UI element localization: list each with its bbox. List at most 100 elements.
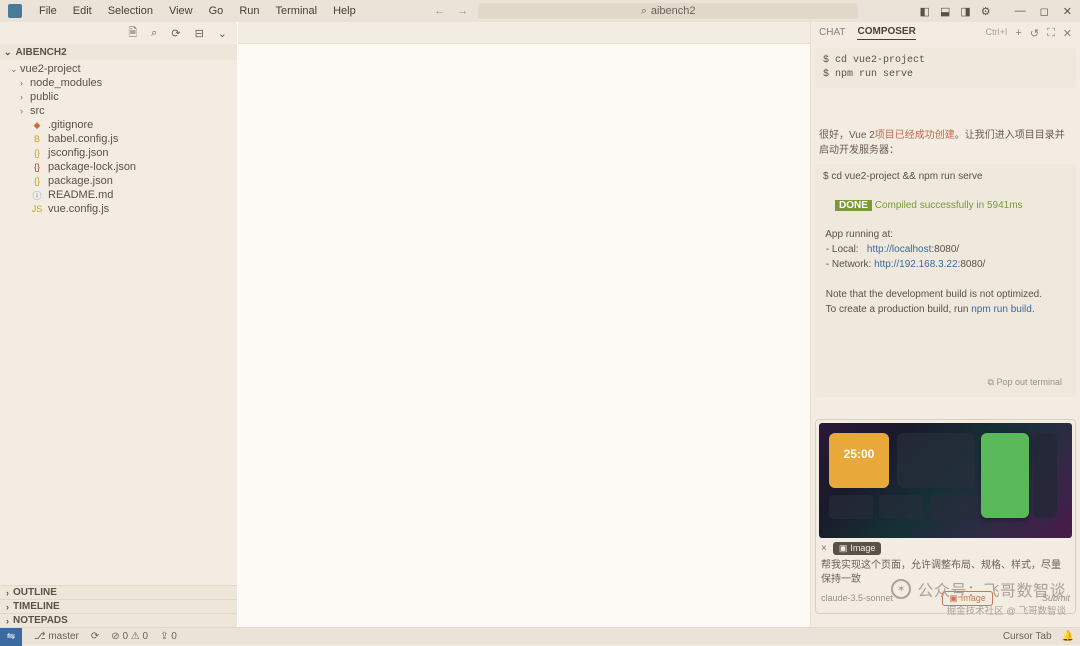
json-icon: {} xyxy=(30,161,44,173)
tree-file-jsconfig[interactable]: {}jsconfig.json xyxy=(0,146,237,160)
tree-folder-vue2-project[interactable]: ⌄vue2-project xyxy=(0,62,237,76)
window-minimize-icon[interactable]: — xyxy=(1015,5,1026,18)
done-badge: DONE xyxy=(835,200,872,211)
tree-folder-public[interactable]: ›public xyxy=(0,90,237,104)
attachment-row: × ▣ Image xyxy=(819,538,1072,559)
title-controls: ◧ ⬓ ◨ ⚙ — ◻ ✕ xyxy=(920,5,1072,18)
settings-gear-icon[interactable]: ⚙ xyxy=(981,5,991,18)
tree-folder-node_modules[interactable]: ›node_modules xyxy=(0,76,237,90)
nav-forward-icon[interactable]: → xyxy=(457,5,468,17)
menu-help[interactable]: Help xyxy=(326,3,363,19)
tree-label: vue2-project xyxy=(20,63,81,75)
section-notepads[interactable]: ›NOTEPADS xyxy=(0,613,237,627)
tree-label: babel.config.js xyxy=(48,133,118,145)
json-icon: {} xyxy=(30,147,44,159)
git-icon: ◆ xyxy=(30,119,44,131)
explorer-sidebar: 🗎 ⌕ ⟳ ⊟ ⌄ ⌄ AIBENCH2 ⌄vue2-project ›node… xyxy=(0,22,238,627)
menu-file[interactable]: File xyxy=(32,3,64,19)
chevron-right-icon: › xyxy=(6,588,9,598)
search-icon[interactable]: ⌕ xyxy=(151,27,157,40)
shortcut-label: Ctrl+I xyxy=(986,27,1008,40)
info-icon: ⓘ xyxy=(30,189,44,201)
tree-label: vue.config.js xyxy=(48,203,109,215)
menu-go[interactable]: Go xyxy=(202,3,231,19)
remote-indicator-icon[interactable]: ⇋ xyxy=(0,628,22,646)
menu-view[interactable]: View xyxy=(162,3,200,19)
git-branch[interactable]: ⎇ master xyxy=(34,631,79,642)
chevron-right-icon: › xyxy=(20,92,30,102)
tree-file-package-lock[interactable]: {}package-lock.json xyxy=(0,160,237,174)
close-icon[interactable]: ✕ xyxy=(1063,27,1072,40)
ai-tab-actions: Ctrl+I + ↺ ⛶ ✕ xyxy=(986,27,1072,40)
notifications-icon[interactable]: 🔔 xyxy=(1062,631,1074,642)
editor-empty xyxy=(238,44,810,627)
tree-file-package-json[interactable]: {} package.json xyxy=(0,174,237,188)
file-tree: ⌄vue2-project ›node_modules ›public ›src… xyxy=(0,60,237,585)
chevron-down-icon: ⌄ xyxy=(4,47,12,58)
search-icon: ⌕ xyxy=(641,5,647,18)
composer-prompt-input[interactable]: 帮我实现这个页面，允许调整布局、规格、样式，尽量保持一致 xyxy=(819,559,1072,587)
nav-arrows: ← → xyxy=(424,5,478,17)
submit-button[interactable]: Submit xyxy=(1042,593,1070,603)
menu-terminal[interactable]: Terminal xyxy=(269,3,325,19)
image-chip[interactable]: ▣ Image xyxy=(833,542,882,555)
section-label: OUTLINE xyxy=(13,587,57,598)
composer-footer: claude-3.5-sonnet ▣ Image Submit xyxy=(819,587,1072,610)
tree-file-vue-config[interactable]: JSvue.config.js xyxy=(0,202,237,216)
history-icon[interactable]: ↺ xyxy=(1030,27,1039,40)
model-selector[interactable]: claude-3.5-sonnet xyxy=(821,593,893,603)
title-bar: File Edit Selection View Go Run Terminal… xyxy=(0,0,1080,22)
attached-image-preview[interactable]: 25:00 xyxy=(819,423,1072,538)
command-center[interactable]: ⌕ aibench2 xyxy=(478,3,858,19)
preview-card-timer: 25:00 xyxy=(829,433,889,488)
popout-terminal-link[interactable]: ⧉ Pop out terminal xyxy=(823,374,1068,391)
toggle-primary-sidebar-icon[interactable]: ◧ xyxy=(920,5,930,18)
toggle-panel-icon[interactable]: ⬓ xyxy=(940,5,950,18)
tree-label: README.md xyxy=(48,189,113,201)
expand-icon[interactable]: ⛶ xyxy=(1047,27,1055,40)
tree-label: package.json xyxy=(48,175,113,187)
tree-label: .gitignore xyxy=(48,119,93,131)
add-icon[interactable]: + xyxy=(1015,27,1021,40)
tab-composer[interactable]: COMPOSER xyxy=(857,26,915,40)
tree-folder-src[interactable]: ›src xyxy=(0,104,237,118)
preview-card-dark xyxy=(897,433,975,488)
section-outline[interactable]: › OUTLINE xyxy=(0,585,237,599)
main-area: 🗎 ⌕ ⟳ ⊟ ⌄ ⌄ AIBENCH2 ⌄vue2-project ›node… xyxy=(0,22,1080,627)
window-maximize-icon[interactable]: ◻ xyxy=(1040,5,1049,18)
cursor-tab-indicator[interactable]: Cursor Tab xyxy=(1003,631,1052,642)
remove-icon[interactable]: × xyxy=(821,543,827,554)
editor-tabs xyxy=(238,22,810,44)
chevron-right-icon: › xyxy=(6,602,9,612)
more-icon[interactable]: ⌄ xyxy=(218,27,227,40)
attach-image-button[interactable]: ▣ Image xyxy=(942,591,993,606)
tree-file-babel-config[interactable]: Bbabel.config.js xyxy=(0,132,237,146)
menu-selection[interactable]: Selection xyxy=(101,3,160,19)
explorer-root[interactable]: ⌄ AIBENCH2 xyxy=(0,44,237,60)
tab-chat[interactable]: CHAT xyxy=(819,27,845,40)
local-url-link[interactable]: http://localhost: xyxy=(867,244,934,255)
menu-edit[interactable]: Edit xyxy=(66,3,99,19)
nav-back-icon[interactable]: ← xyxy=(434,5,445,17)
section-timeline[interactable]: ›TIMELINE xyxy=(0,599,237,613)
search-text: aibench2 xyxy=(651,5,696,17)
preview-card-green xyxy=(981,433,1029,518)
problems-indicator[interactable]: ⊘ 0 ⚠ 0 xyxy=(111,631,148,642)
tree-file-readme[interactable]: ⓘ README.md xyxy=(0,188,237,202)
git-sync-icon[interactable]: ⟳ xyxy=(91,631,99,642)
babel-icon: B xyxy=(30,133,44,145)
toggle-secondary-sidebar-icon[interactable]: ◨ xyxy=(960,5,970,18)
tree-file-gitignore[interactable]: ◆ .gitignore xyxy=(0,118,237,132)
collapse-icon[interactable]: ⊟ xyxy=(195,27,204,40)
ports-indicator[interactable]: ⇪ 0 xyxy=(160,631,177,642)
new-file-icon[interactable]: 🗎 xyxy=(128,24,137,43)
explorer-toolbar: 🗎 ⌕ ⟳ ⊟ ⌄ xyxy=(0,22,237,44)
window-close-icon[interactable]: ✕ xyxy=(1063,5,1072,18)
composer-input-area: 25:00 × ▣ Image 帮我实现这个页面，允许调整布局、规格、样式，尽量… xyxy=(815,419,1076,614)
menu-run[interactable]: Run xyxy=(232,3,266,19)
terminal-block-1: $ cd vue2-project $ npm run serve xyxy=(815,48,1076,88)
network-url-link[interactable]: http://192.168.3.22: xyxy=(874,259,960,270)
assistant-message: 很好，Vue 2项目已经成功创建。让我们进入项目目录并启动开发服务器： xyxy=(815,128,1076,158)
refresh-icon[interactable]: ⟳ xyxy=(171,27,180,40)
json-icon: {} xyxy=(30,175,44,187)
